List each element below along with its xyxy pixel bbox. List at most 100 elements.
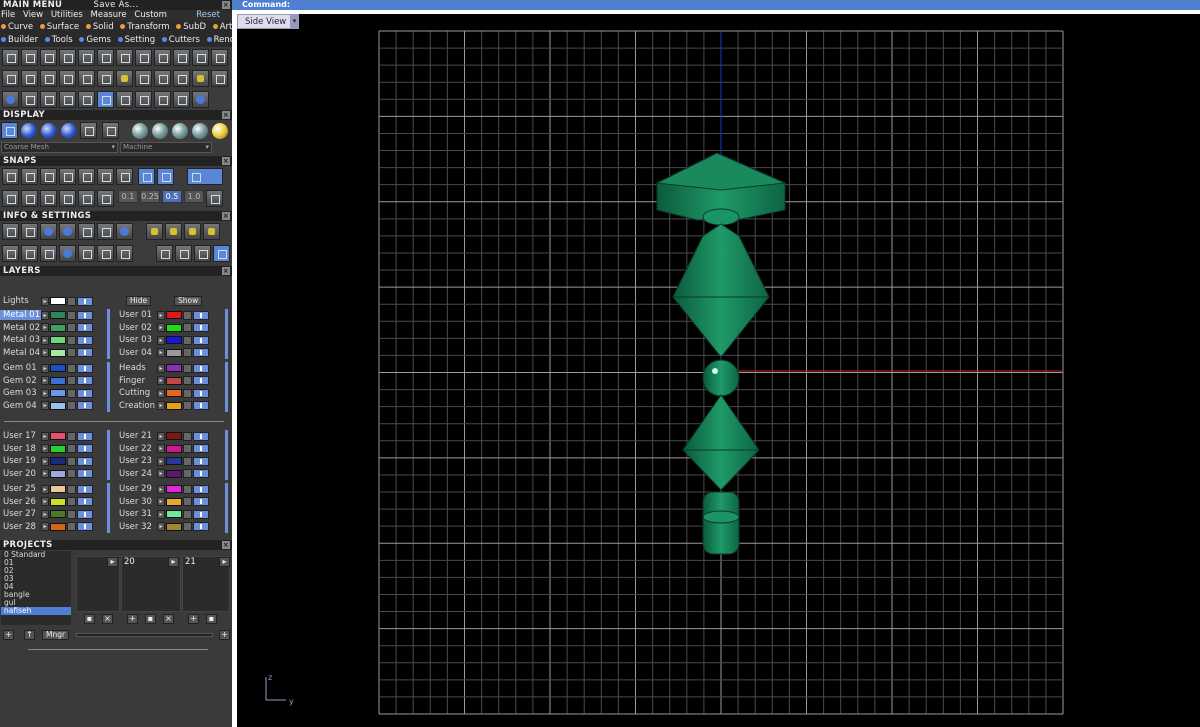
close-icon[interactable]: × (222, 267, 230, 275)
menu-utilities[interactable]: Utilities (51, 10, 83, 20)
layer-color-swatch[interactable] (166, 485, 182, 494)
layer-color-swatch[interactable] (50, 364, 66, 373)
expand-icon[interactable]: ▸ (41, 484, 49, 494)
visibility-icon[interactable] (193, 497, 209, 507)
tool-icon[interactable] (40, 70, 57, 87)
manager-button[interactable]: Mngr (42, 630, 70, 640)
expand-icon[interactable]: ▸ (41, 296, 49, 306)
expand-icon[interactable]: ▸ (157, 376, 165, 386)
lock-icon[interactable] (183, 401, 192, 411)
metal-sphere-icon[interactable] (132, 123, 148, 139)
layer-name[interactable]: User 02 (116, 323, 157, 333)
expand-icon[interactable]: ▸ (41, 310, 49, 320)
lock-icon[interactable] (67, 348, 76, 358)
layer-name[interactable]: Gem 02 (0, 376, 41, 386)
lock-icon[interactable] (183, 444, 192, 454)
delete-icon[interactable]: × (102, 614, 113, 624)
layer-row[interactable]: User 27 ▸ (0, 508, 93, 521)
menu-file[interactable]: File (1, 10, 15, 20)
layer-name[interactable]: User 19 (0, 456, 41, 466)
visibility-icon[interactable] (193, 310, 209, 320)
layer-name[interactable]: User 17 (0, 431, 41, 441)
category-solid[interactable]: Solid (85, 22, 114, 32)
layer-color-swatch[interactable] (166, 336, 182, 345)
snap-value-0-5[interactable]: 0.5 (162, 190, 182, 203)
category-render[interactable]: Render (206, 35, 232, 45)
expand-icon[interactable]: ▸ (157, 509, 165, 519)
lock-icon[interactable] (67, 335, 76, 345)
visibility-icon[interactable] (193, 323, 209, 333)
tool-icon[interactable] (97, 49, 114, 66)
lock-icon[interactable] (67, 296, 76, 306)
project-slider[interactable] (76, 633, 213, 637)
info-icon[interactable] (165, 223, 182, 240)
info-icon[interactable] (97, 245, 114, 262)
expand-icon[interactable]: ▸ (157, 323, 165, 333)
snap-toggle-icon[interactable] (187, 168, 223, 185)
layer-name[interactable]: User 18 (0, 444, 41, 454)
snap-icon[interactable] (116, 168, 133, 185)
tool-icon[interactable] (21, 91, 38, 108)
lock-icon[interactable] (67, 376, 76, 386)
tool-icon[interactable] (78, 49, 95, 66)
category-gems[interactable]: Gems (79, 35, 111, 45)
metal-sphere-icon[interactable] (192, 123, 208, 139)
lock-icon[interactable] (183, 509, 192, 519)
visibility-icon[interactable] (77, 522, 93, 532)
layer-row[interactable]: User 18 ▸ (0, 443, 93, 456)
layer-color-swatch[interactable] (50, 389, 66, 398)
info-icon[interactable] (116, 245, 133, 262)
layer-name[interactable]: User 29 (116, 484, 157, 494)
info-icon[interactable] (78, 223, 95, 240)
expand-icon[interactable]: ▸ (157, 363, 165, 373)
expand-icon[interactable]: ▸ (41, 388, 49, 398)
display-tool-icon[interactable] (80, 122, 97, 139)
tool-icon[interactable] (173, 91, 190, 108)
layer-color-swatch[interactable] (166, 364, 182, 373)
play-icon[interactable]: ▸ (168, 557, 179, 567)
tool-icon[interactable] (173, 49, 190, 66)
layer-name[interactable]: User 20 (0, 469, 41, 479)
wrench-icon[interactable] (21, 223, 38, 240)
delete-icon[interactable]: × (163, 614, 174, 624)
layer-color-swatch[interactable] (166, 469, 182, 478)
visibility-icon[interactable] (193, 376, 209, 386)
lock-icon[interactable] (67, 456, 76, 466)
expand-icon[interactable]: ▸ (41, 363, 49, 373)
info-icon[interactable] (78, 245, 95, 262)
visibility-icon[interactable] (193, 388, 209, 398)
layer-row[interactable]: Gem 02 ▸ (0, 375, 93, 388)
tool-icon[interactable] (211, 70, 228, 87)
close-icon[interactable]: × (222, 541, 230, 549)
layer-row[interactable]: Metal 02 ▸ (0, 322, 93, 335)
wireframe-icon[interactable] (1, 122, 18, 139)
curve-tool-icon[interactable] (2, 49, 19, 66)
layer-name[interactable]: User 32 (116, 522, 157, 532)
layer-row[interactable]: User 21 ▸ (116, 430, 209, 443)
snap-icon[interactable] (59, 168, 76, 185)
layer-row[interactable]: Gem 04 ▸ (0, 400, 93, 413)
expand-icon[interactable]: ▸ (157, 444, 165, 454)
expand-icon[interactable]: ▸ (41, 401, 49, 411)
add-icon[interactable]: + (188, 614, 199, 624)
snap-value-0-1[interactable]: 0.1 (118, 190, 138, 203)
layer-row[interactable]: Heads ▸ (116, 362, 209, 375)
layer-color-swatch[interactable] (50, 510, 66, 519)
layer-name[interactable]: Cutting (116, 388, 157, 398)
gold-sphere-icon[interactable] (212, 123, 228, 139)
tool-icon[interactable] (59, 70, 76, 87)
layer-name[interactable]: Metal 03 (0, 335, 41, 345)
layer-color-swatch[interactable] (166, 401, 182, 410)
lock-icon[interactable] (67, 497, 76, 507)
snap-value-1-0[interactable]: 1.0 (184, 190, 204, 203)
visibility-icon[interactable] (193, 431, 209, 441)
tool-icon[interactable] (173, 70, 190, 87)
snap-icon[interactable] (78, 168, 95, 185)
expand-icon[interactable]: ▸ (157, 497, 165, 507)
layer-color-swatch[interactable] (166, 497, 182, 506)
layer-color-swatch[interactable] (166, 510, 182, 519)
layer-name[interactable]: Metal 01 (0, 310, 41, 321)
category-cutters[interactable]: Cutters (161, 35, 200, 45)
tool-icon[interactable] (40, 91, 57, 108)
info-icon[interactable] (21, 245, 38, 262)
